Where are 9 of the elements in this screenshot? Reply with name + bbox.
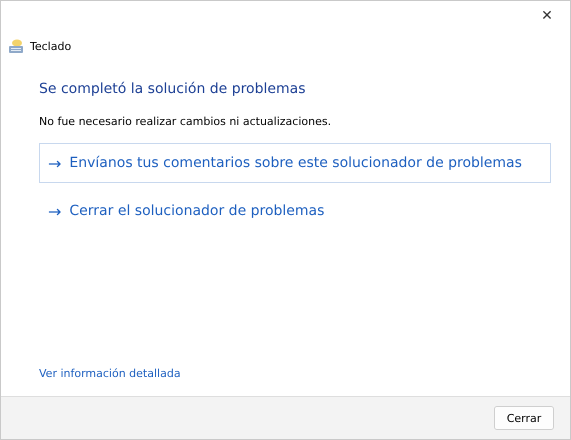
- heading: Se completó la solución de problemas: [39, 81, 307, 97]
- option-link[interactable]: → Envíanos tus comentarios sobre este solucionador de problemas: [39, 143, 551, 183]
- close-button[interactable]: ✕: [524, 1, 570, 31]
- option-link[interactable]: → Cerrar el solucionador de problemas: [39, 191, 551, 231]
- close-dialog-button[interactable]: Cerrar: [494, 406, 554, 430]
- message: No fue necesario realizar cambios ni actualizaciones.: [39, 115, 332, 128]
- keyboard-icon: [8, 38, 24, 54]
- details-link[interactable]: Ver información detallada: [39, 367, 551, 380]
- window-title: Teclado: [30, 40, 72, 52]
